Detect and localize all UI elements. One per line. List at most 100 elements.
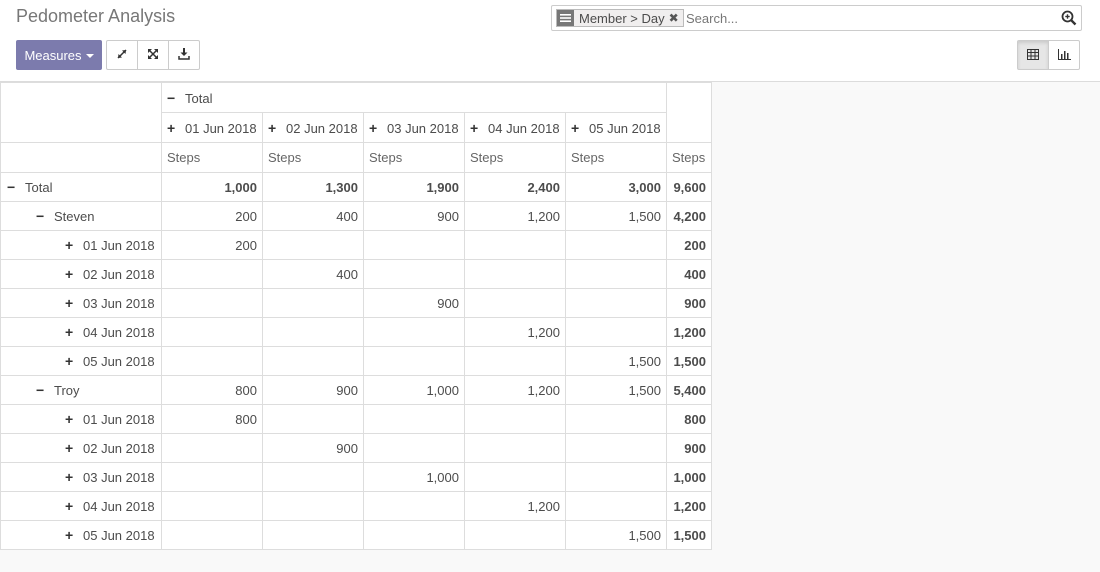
value-cell[interactable] (565, 404, 667, 434)
value-cell[interactable] (161, 433, 263, 463)
value-cell[interactable] (262, 230, 364, 260)
value-cell[interactable] (363, 491, 465, 521)
value-cell[interactable] (161, 317, 263, 347)
value-cell[interactable]: 1,300 (262, 172, 364, 202)
value-cell[interactable] (464, 288, 566, 318)
row-header[interactable]: +04 Jun 2018 (0, 317, 162, 347)
value-cell[interactable]: 1,500 (565, 201, 667, 231)
value-cell[interactable] (464, 520, 566, 550)
row-header[interactable]: − Total (0, 172, 162, 202)
value-cell[interactable] (262, 317, 364, 347)
row-header[interactable]: +02 Jun 2018 (0, 433, 162, 463)
value-cell[interactable] (161, 491, 263, 521)
value-cell[interactable]: 900 (262, 433, 364, 463)
value-cell[interactable]: 1,000 (363, 462, 465, 492)
col-header[interactable]: +04 Jun 2018 (464, 112, 566, 143)
value-cell[interactable] (363, 346, 465, 376)
measure-header[interactable]: Steps (565, 142, 667, 173)
value-cell[interactable]: 400 (262, 259, 364, 289)
row-header[interactable]: +05 Jun 2018 (0, 346, 162, 376)
value-cell[interactable] (161, 288, 263, 318)
measure-header[interactable]: Steps (363, 142, 465, 173)
row-header[interactable]: − Steven (0, 201, 162, 231)
value-cell[interactable] (464, 433, 566, 463)
total-cell[interactable]: 1,000 (666, 462, 712, 492)
value-cell[interactable]: 2,400 (464, 172, 566, 202)
value-cell[interactable]: 900 (363, 201, 465, 231)
measure-header[interactable]: Steps (161, 142, 263, 173)
search-input[interactable] (686, 9, 1046, 27)
graph-view-button[interactable] (1048, 40, 1080, 70)
measure-header[interactable]: Steps (464, 142, 566, 173)
total-cell[interactable]: 5,400 (666, 375, 712, 405)
value-cell[interactable]: 900 (363, 288, 465, 318)
value-cell[interactable] (363, 433, 465, 463)
value-cell[interactable] (161, 259, 263, 289)
row-header[interactable]: +03 Jun 2018 (0, 288, 162, 318)
value-cell[interactable]: 1,200 (464, 375, 566, 405)
value-cell[interactable] (565, 491, 667, 521)
value-cell[interactable] (262, 462, 364, 492)
pivot-view-button[interactable] (1017, 40, 1049, 70)
value-cell[interactable]: 1,500 (565, 346, 667, 376)
value-cell[interactable] (363, 259, 465, 289)
total-cell[interactable]: 1,200 (666, 491, 712, 521)
value-cell[interactable] (464, 259, 566, 289)
col-group-header[interactable]: − Total (161, 82, 667, 113)
value-cell[interactable] (262, 288, 364, 318)
total-cell[interactable]: 4,200 (666, 201, 712, 231)
total-cell[interactable]: 1,500 (666, 346, 712, 376)
search-box[interactable]: Member > Day ✖ (551, 5, 1082, 31)
total-cell[interactable]: 900 (666, 288, 712, 318)
total-cell[interactable]: 800 (666, 404, 712, 434)
value-cell[interactable] (565, 259, 667, 289)
value-cell[interactable] (262, 520, 364, 550)
value-cell[interactable]: 1,000 (363, 375, 465, 405)
value-cell[interactable]: 900 (262, 375, 364, 405)
col-header[interactable]: +02 Jun 2018 (262, 112, 364, 143)
value-cell[interactable] (565, 230, 667, 260)
value-cell[interactable] (363, 317, 465, 347)
value-cell[interactable]: 800 (161, 404, 263, 434)
value-cell[interactable] (565, 462, 667, 492)
value-cell[interactable] (161, 462, 263, 492)
value-cell[interactable]: 1,000 (161, 172, 263, 202)
row-header[interactable]: − Troy (0, 375, 162, 405)
value-cell[interactable]: 1,200 (464, 201, 566, 231)
expand-all-button[interactable] (106, 40, 138, 70)
value-cell[interactable] (262, 404, 364, 434)
value-cell[interactable] (262, 346, 364, 376)
value-cell[interactable]: 200 (161, 230, 263, 260)
value-cell[interactable]: 1,500 (565, 520, 667, 550)
col-header[interactable]: +01 Jun 2018 (161, 112, 263, 143)
download-button[interactable] (168, 40, 200, 70)
measure-header[interactable]: Steps (262, 142, 364, 173)
total-cell[interactable]: 200 (666, 230, 712, 260)
value-cell[interactable] (363, 230, 465, 260)
row-header[interactable]: +01 Jun 2018 (0, 404, 162, 434)
flip-axis-button[interactable] (137, 40, 169, 70)
value-cell[interactable] (464, 462, 566, 492)
total-cell[interactable]: 900 (666, 433, 712, 463)
total-cell[interactable]: 1,500 (666, 520, 712, 550)
value-cell[interactable]: 1,900 (363, 172, 465, 202)
search-icon[interactable] (1061, 10, 1077, 29)
value-cell[interactable]: 400 (262, 201, 364, 231)
value-cell[interactable]: 1,200 (464, 491, 566, 521)
value-cell[interactable] (464, 404, 566, 434)
row-header[interactable]: +02 Jun 2018 (0, 259, 162, 289)
value-cell[interactable] (464, 230, 566, 260)
total-cell[interactable]: 400 (666, 259, 712, 289)
facet-remove-icon[interactable]: ✖ (669, 11, 683, 25)
value-cell[interactable] (161, 520, 263, 550)
measures-button[interactable]: Measures (16, 40, 102, 70)
row-header[interactable]: +04 Jun 2018 (0, 491, 162, 521)
total-cell[interactable]: 9,600 (666, 172, 712, 202)
value-cell[interactable] (464, 346, 566, 376)
value-cell[interactable]: 200 (161, 201, 263, 231)
value-cell[interactable] (363, 404, 465, 434)
value-cell[interactable]: 1,500 (565, 375, 667, 405)
value-cell[interactable] (565, 288, 667, 318)
row-header[interactable]: +01 Jun 2018 (0, 230, 162, 260)
row-header[interactable]: +03 Jun 2018 (0, 462, 162, 492)
